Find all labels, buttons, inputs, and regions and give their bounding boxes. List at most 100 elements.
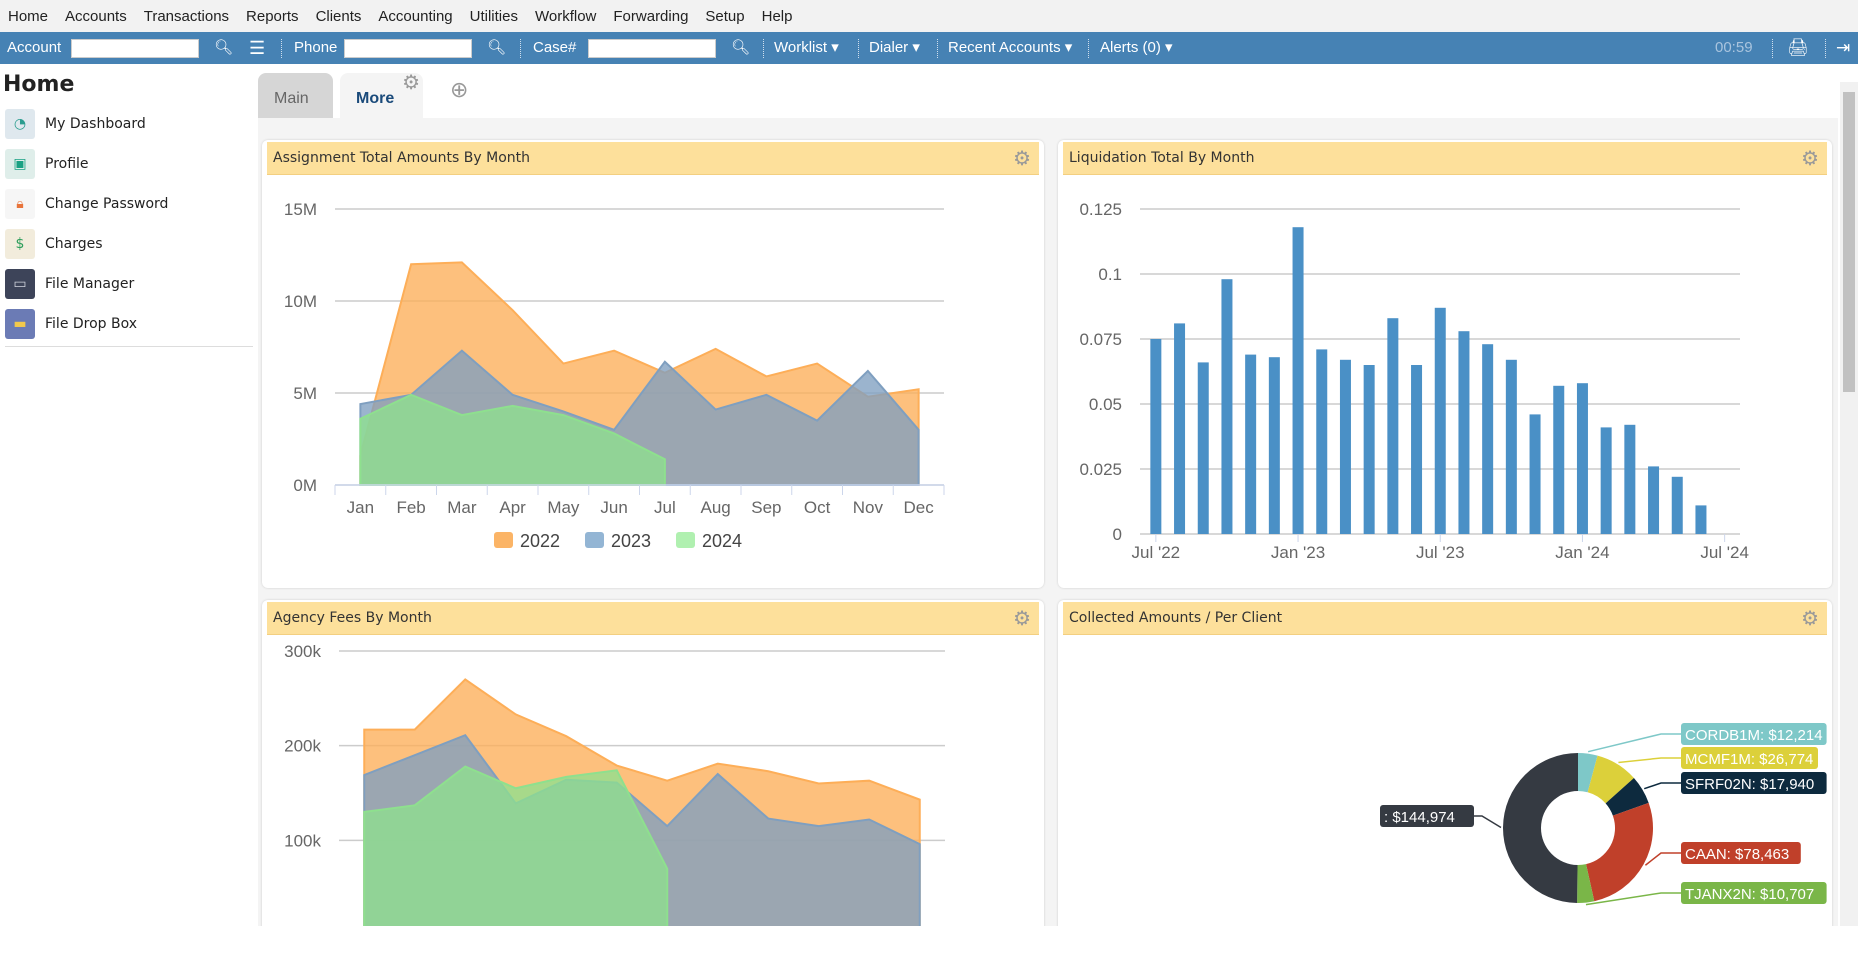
account-label: Account	[7, 39, 62, 56]
menu-forwarding[interactable]: Forwarding	[613, 8, 688, 25]
scrollbar-thumb[interactable]	[1843, 92, 1855, 392]
y-tick-label: 0.125	[1079, 200, 1122, 219]
dialer-dropdown[interactable]: Dialer ▾	[869, 32, 920, 64]
collected-amounts-panel: Collected Amounts / Per Client ⚙ CORDB1M:…	[1058, 600, 1832, 926]
y-tick-label: 5M	[293, 384, 317, 403]
worklist-dropdown[interactable]: Worklist ▾	[774, 32, 839, 64]
print-icon[interactable]: 🖨︎	[1787, 32, 1809, 64]
recent-accounts-dropdown[interactable]: Recent Accounts ▾	[948, 32, 1072, 64]
case-input[interactable]	[588, 39, 716, 58]
menu-help[interactable]: Help	[762, 8, 793, 25]
folder-icon: ▬	[5, 309, 35, 339]
scrollbar[interactable]	[1840, 82, 1858, 926]
bar	[1505, 359, 1517, 534]
liquidation-chart-panel: Liquidation Total By Month ⚙ 0 0.025 0.05 0.…	[1058, 140, 1832, 588]
sidebar-item-charges[interactable]: $ Charges	[0, 224, 254, 264]
divider	[1088, 39, 1089, 58]
legend-swatch	[494, 532, 513, 548]
divider	[937, 39, 938, 58]
data-label: CORDB1M: $12,214	[1685, 727, 1823, 744]
bar	[1411, 365, 1423, 534]
main-menu: Home Accounts Transactions Reports Clients Ac…	[0, 0, 1858, 32]
y-tick-label: 0.075	[1079, 330, 1122, 349]
x-tick-label: Feb	[396, 498, 425, 517]
x-tick-label: Jan	[347, 498, 374, 517]
case-search-icon[interactable]: 🔍︎	[731, 32, 750, 64]
divider	[520, 39, 521, 58]
legend-label: 2023	[611, 531, 651, 551]
bar	[1624, 424, 1636, 534]
x-tick-label: Jan '24	[1555, 543, 1609, 562]
x-tick-label: Sep	[751, 498, 781, 517]
menu-clients[interactable]: Clients	[316, 8, 362, 25]
sidebar-item-my-dashboard[interactable]: ◔ My Dashboard	[0, 104, 254, 144]
account-input[interactable]	[71, 39, 199, 58]
x-tick-label: Apr	[499, 498, 526, 517]
id-card-icon: ▣	[5, 149, 35, 179]
legend-label: 2022	[520, 531, 560, 551]
legend-swatch	[676, 532, 695, 548]
label-connector	[1644, 852, 1681, 866]
sidebar-item-profile[interactable]: ▣ Profile	[0, 144, 254, 184]
tab-main[interactable]: Main	[258, 73, 333, 119]
tab-label: More	[356, 90, 395, 107]
menu-utilities[interactable]: Utilities	[470, 8, 518, 25]
menu-accounting[interactable]: Accounting	[378, 8, 452, 25]
alerts-dropdown[interactable]: Alerts (0) ▾	[1100, 32, 1173, 64]
y-tick-label: 0	[1113, 525, 1122, 544]
account-search-icon[interactable]: 🔍︎	[214, 32, 233, 64]
bar	[1458, 331, 1470, 534]
menu-home[interactable]: Home	[8, 8, 48, 25]
bar	[1245, 354, 1257, 534]
menu-workflow[interactable]: Workflow	[535, 8, 596, 25]
divider	[763, 39, 764, 58]
session-timer: 00:59	[1715, 39, 1753, 56]
phone-input[interactable]	[344, 39, 472, 58]
tab-more[interactable]: More ⚙	[340, 72, 423, 119]
dashboard-content: Assignment Total Amounts By Month ⚙ 0M 5M 1…	[258, 118, 1838, 926]
bar	[1197, 362, 1209, 534]
x-tick-label: Jul	[654, 498, 676, 517]
menu-reports[interactable]: Reports	[246, 8, 299, 25]
cabinet-icon: ▭	[5, 269, 35, 299]
bar	[1600, 427, 1612, 534]
x-tick-label: Mar	[447, 498, 477, 517]
agency-fees-chart: 100k 200k 300k	[284, 642, 945, 926]
bar	[1221, 279, 1233, 534]
menu-setup[interactable]: Setup	[705, 8, 744, 25]
legend-swatch	[585, 532, 604, 548]
phone-search-icon[interactable]: 🔍︎	[487, 32, 506, 64]
divider	[5, 346, 253, 347]
tab-gear-icon[interactable]: ⚙	[402, 69, 420, 97]
sidebar-item-file-drop-box[interactable]: ▬ File Drop Box	[0, 304, 254, 344]
sidebar-item-label: Profile	[45, 156, 89, 172]
data-label: MCMF1M: $26,774	[1685, 751, 1813, 768]
sidebar-item-label: File Drop Box	[45, 316, 138, 332]
list-icon[interactable]: ☰	[249, 32, 265, 64]
x-tick-label: Nov	[853, 498, 884, 517]
lock-refresh-icon: 🔒︎	[5, 189, 35, 219]
bar	[1671, 476, 1683, 534]
data-label: SFRF02N: $17,940	[1685, 776, 1814, 793]
bar	[1150, 339, 1162, 534]
y-tick-label: 15M	[284, 200, 317, 219]
menu-accounts[interactable]: Accounts	[65, 8, 127, 25]
bar	[1339, 359, 1351, 534]
bar	[1695, 505, 1707, 534]
x-tick-label: Jul '24	[1700, 543, 1749, 562]
bar	[1174, 323, 1186, 534]
menu-transactions[interactable]: Transactions	[144, 8, 229, 25]
case-label: Case#	[533, 39, 577, 56]
assignment-chart-panel: Assignment Total Amounts By Month ⚙ 0M 5M 1…	[262, 140, 1044, 588]
sidebar-item-label: Change Password	[45, 196, 169, 212]
sidebar-item-label: File Manager	[45, 276, 135, 292]
sidebar-title: Home	[3, 72, 75, 97]
sidebar-item-change-password[interactable]: 🔒︎ Change Password	[0, 184, 254, 224]
y-tick-label: 0.05	[1089, 395, 1122, 414]
x-tick-label: Jun	[600, 498, 627, 517]
sidebar-item-file-manager[interactable]: ▭ File Manager	[0, 264, 254, 304]
bar	[1529, 414, 1541, 534]
logout-icon[interactable]: ⇥	[1836, 32, 1850, 64]
add-tab-icon[interactable]: ⊕	[450, 77, 468, 103]
data-label: CAAN: $78,463	[1685, 846, 1789, 863]
